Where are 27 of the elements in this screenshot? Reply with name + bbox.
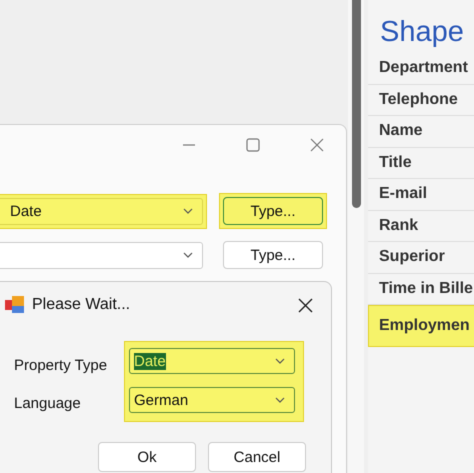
property-row[interactable]: Name: [368, 116, 474, 148]
dialog-button[interactable]: Ok: [98, 442, 196, 472]
field-label: Property Type: [14, 357, 108, 374]
app-icon: [5, 296, 25, 314]
chevron-icon: [182, 251, 194, 259]
panel-title: Shape: [379, 15, 465, 50]
property-row[interactable]: Department: [368, 53, 474, 84]
dialog-title: Please Wait...: [32, 296, 132, 314]
scrollbar[interactable]: [348, 0, 364, 473]
dropdown[interactable]: German: [129, 387, 295, 413]
property-row[interactable]: Employmen: [368, 305, 474, 347]
close-icon[interactable]: [298, 298, 313, 312]
property-row[interactable]: E-mail: [368, 179, 474, 210]
type-button[interactable]: Type...: [223, 197, 323, 225]
property-row[interactable]: Rank: [368, 210, 474, 242]
dialog-button[interactable]: Cancel: [208, 442, 306, 472]
property-row[interactable]: Telephone: [368, 84, 474, 116]
chevron-icon: [274, 396, 286, 404]
dropdown[interactable]: Date: [129, 348, 295, 374]
property-row[interactable]: Superior: [368, 242, 474, 274]
chevron-icon: [274, 357, 286, 365]
type-button[interactable]: Type...: [223, 241, 323, 269]
maximize-icon[interactable]: [246, 138, 260, 152]
chevron-icon: [182, 207, 194, 215]
property-row[interactable]: Title: [368, 148, 474, 179]
field-label: Language: [14, 395, 82, 412]
dropdown[interactable]: Date: [0, 198, 203, 224]
